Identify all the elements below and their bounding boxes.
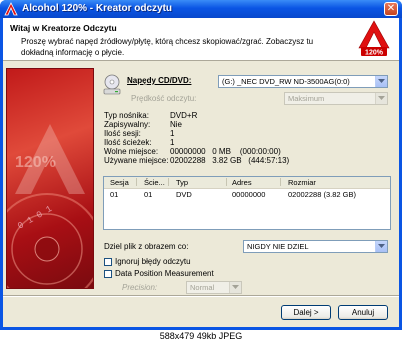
column-header-size[interactable]: Rozmiar [288,178,316,187]
info-label: Ilość ścieżek: [104,138,152,147]
cell-track: 01 [144,190,153,199]
dpm-checkbox[interactable] [104,270,112,278]
speed-select[interactable]: Maksimum [284,92,388,105]
precision-select[interactable]: Normal [186,281,242,294]
cell-size: 02002288 (3.82 GB) [288,190,356,199]
drive-select-value: (G:) _NEC DVD_RW ND-3500AG(0:0) [222,77,350,86]
precision-select-value: Normal [190,283,215,292]
svg-text:120%: 120% [365,50,384,57]
dpm-label[interactable]: Data Position Measurement [115,269,214,278]
svg-text:0 1 0 1: 0 1 0 1 [16,204,54,232]
side-banner: 120% 0 1 0 1 [6,68,94,289]
banner-artwork: 120% 0 1 0 1 [7,124,93,288]
split-label: Dziel plik z obrazem co: [104,242,189,251]
info-value: 02002288 3.82 GB (444:57:13) [170,156,290,165]
svg-text:120%: 120% [15,154,56,171]
chevron-down-icon[interactable] [229,282,241,293]
dialog-body: Witaj w Kreatorze Odczytu Proszę wybrać … [3,18,399,327]
info-label: Zapisywalny: [104,120,151,129]
info-label: Ilość sesji: [104,129,141,138]
column-divider[interactable] [136,178,137,186]
wizard-window: Alcohol 120% - Kreator odczytu ✕ Witaj w… [0,0,402,330]
column-divider[interactable] [226,178,227,186]
header-title: Witaj w Kreatorze Odczytu [10,23,117,33]
cell-session: 01 [110,190,119,199]
header-description: Proszę wybrać napęd źródłowy/płytę, któr… [21,37,314,57]
alcohol-logo-icon: 120% [358,20,390,57]
column-header-track[interactable]: Ście... [144,178,165,187]
chevron-down-icon[interactable] [375,93,387,104]
ignore-errors-label[interactable]: Ignoruj błędy odczytu [115,257,191,266]
split-select-value: NIGDY NIE DZIEL [247,242,309,251]
info-value: DVD+R [170,111,198,120]
info-value: 00000000 0 MB (000:00:00) [170,147,281,156]
wizard-header: Witaj w Kreatorze Odczytu Proszę wybrać … [3,18,399,61]
chevron-down-icon[interactable] [375,76,387,87]
drive-label: Napędy CD/DVD: [127,76,192,85]
column-divider[interactable] [168,178,169,186]
close-button[interactable]: ✕ [384,2,398,16]
speed-label: Prędkość odczytu: [131,94,197,103]
tracks-list-header: Sesja Ście... Typ Adres Rozmiar [104,177,390,189]
info-value: 1 [170,129,175,138]
cell-address: 00000000 [232,190,266,199]
cell-type: DVD [176,190,192,199]
precision-label: Precision: [122,283,158,292]
info-value: 1 [170,138,175,147]
image-caption: 588x479 49kb JPEG [159,331,243,341]
info-value: Nie [170,120,183,129]
cancel-button[interactable]: Anuluj [338,305,388,320]
next-button[interactable]: Dalej > [281,305,331,320]
alcohol-app-icon [4,2,18,16]
speed-select-value: Maksimum [288,94,325,103]
column-header-address[interactable]: Adres [232,178,252,187]
info-label: Używane miejsce: [104,156,169,165]
cd-drive-icon [103,74,121,95]
column-divider[interactable] [280,178,281,186]
info-label: Wolne miejsce: [104,147,159,156]
tracks-list[interactable]: Sesja Ście... Typ Adres Rozmiar 01 01 DV… [103,176,391,230]
ignore-errors-checkbox[interactable] [104,258,112,266]
title-bar[interactable]: Alcohol 120% - Kreator odczytu ✕ [0,0,402,18]
chevron-down-icon[interactable] [375,241,387,252]
info-label: Typ nośnika: [104,111,149,120]
column-header-session[interactable]: Sesja [110,178,129,187]
split-select[interactable]: NIGDY NIE DZIEL [243,240,388,253]
column-header-type[interactable]: Typ [176,178,188,187]
drive-select[interactable]: (G:) _NEC DVD_RW ND-3500AG(0:0) [218,75,388,88]
window-title: Alcohol 120% - Kreator odczytu [22,3,173,14]
footer-divider [3,295,399,297]
